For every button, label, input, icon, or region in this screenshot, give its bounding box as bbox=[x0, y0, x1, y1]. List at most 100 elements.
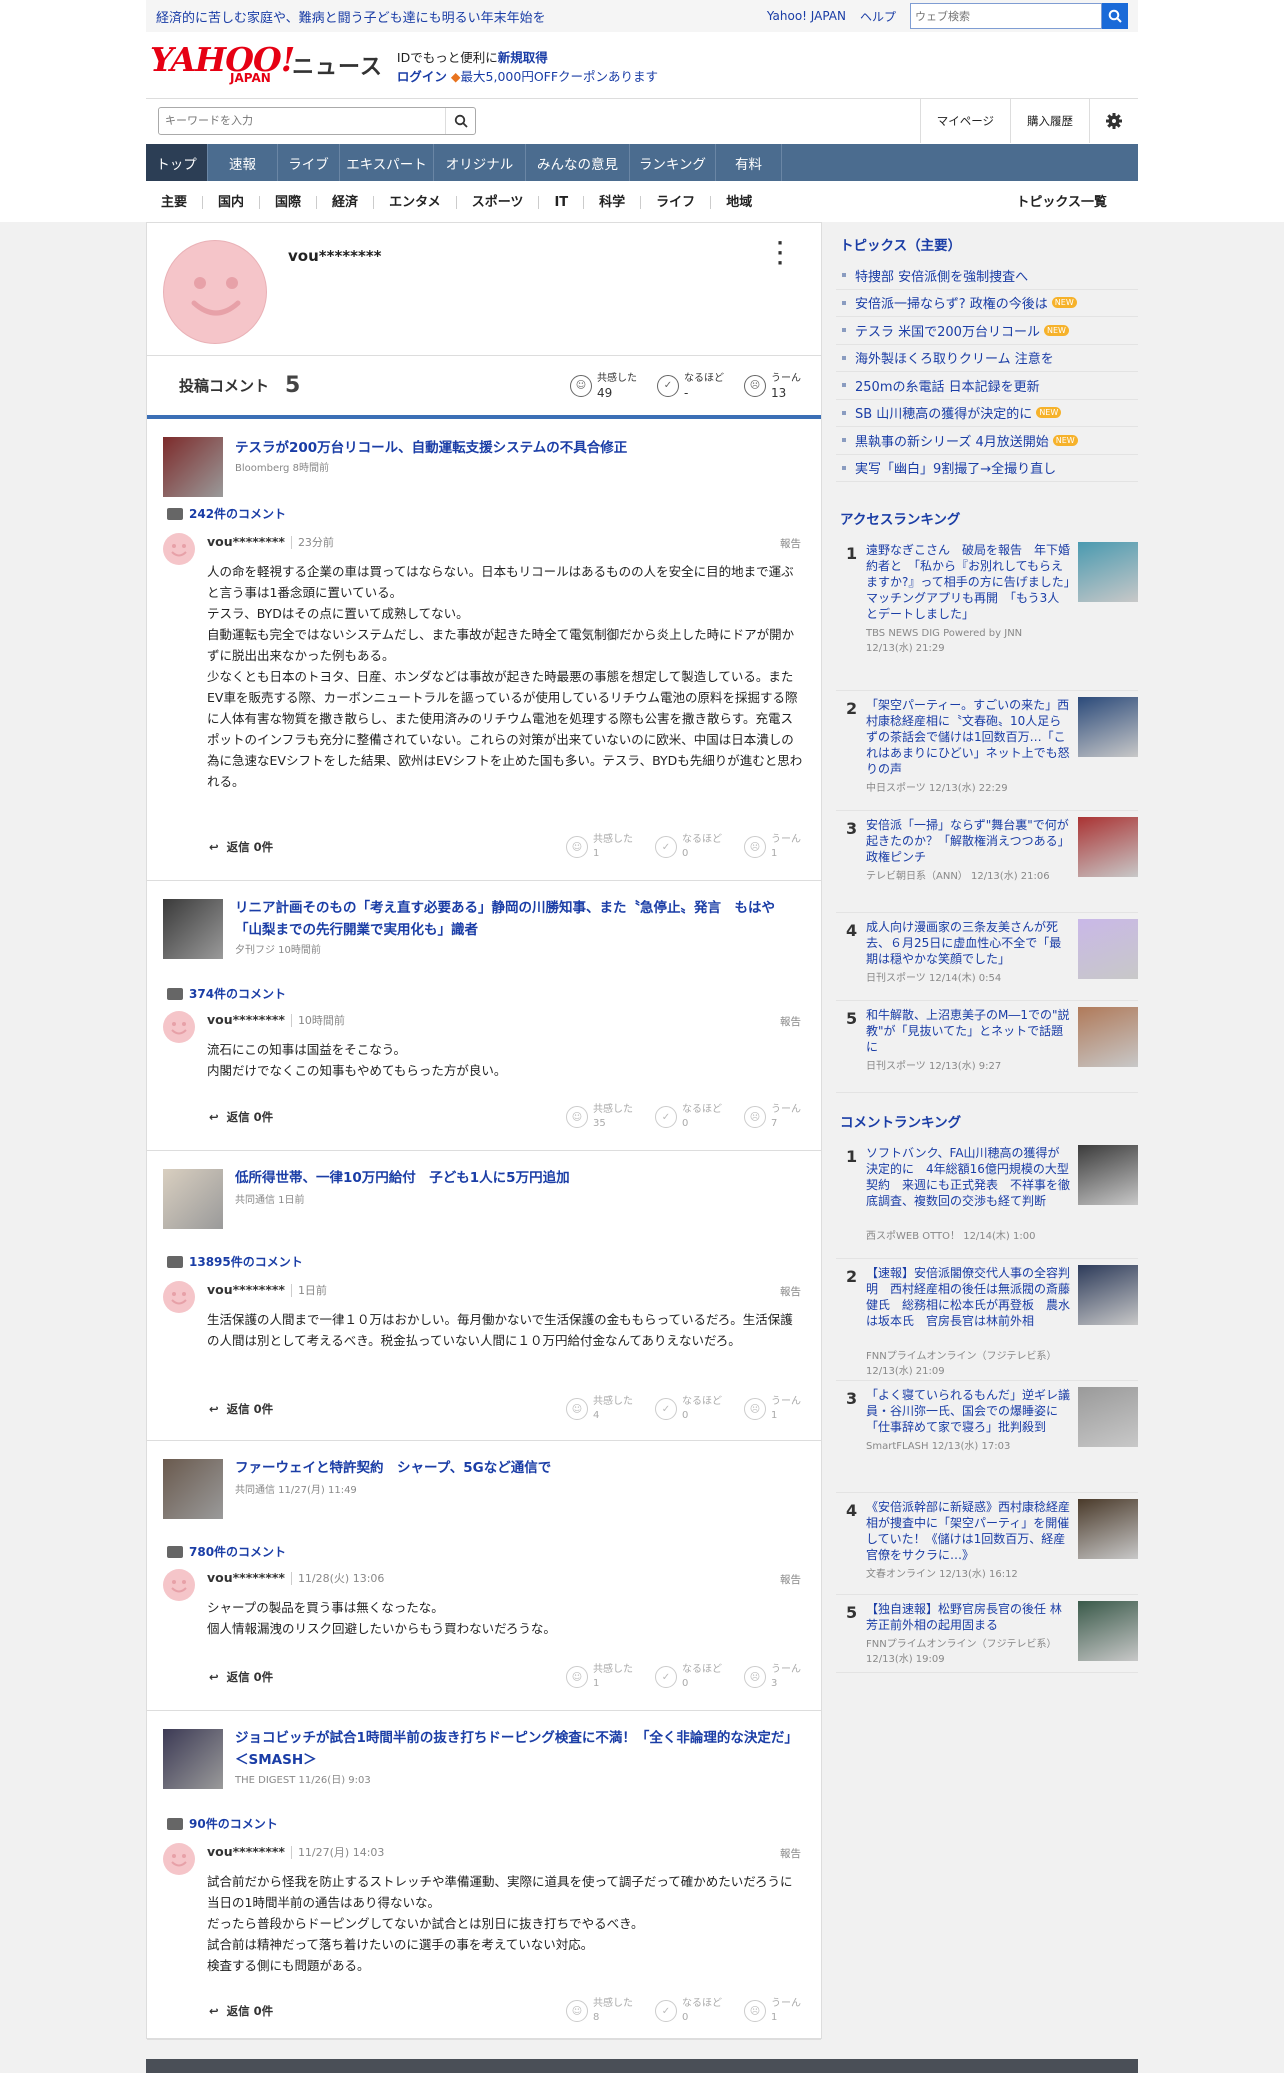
ranking-title-link[interactable]: 和牛解散、上沼恵美子のM―1での"説教"が「見抜いてた」とネットで話題に bbox=[866, 1007, 1070, 1055]
mypage-link[interactable]: マイページ bbox=[919, 98, 1010, 143]
ranking-title-link[interactable]: 遠野なぎこさん 破局を報告 年下婚約者と 「私から『お別れしてもらえますか?』っ… bbox=[866, 542, 1082, 622]
ranking-thumbnail[interactable] bbox=[1078, 697, 1138, 757]
tab-6[interactable]: ランキング bbox=[630, 144, 716, 181]
tab-4[interactable]: オリジナル bbox=[434, 144, 526, 181]
ranking-title-link[interactable]: 「架空パーティー。すごいの来た」西村康稔経産相に〝文春砲〟10人足らずの茶話会で… bbox=[866, 697, 1070, 777]
empathy-button[interactable]: ☺ 共感した 1 bbox=[566, 833, 633, 861]
uun-button[interactable]: ☹ うーん 1 bbox=[744, 833, 801, 861]
category-4[interactable]: エンタメ bbox=[374, 195, 457, 209]
naruhodo-button[interactable]: ✓ なるほど 0 bbox=[655, 1663, 722, 1691]
topic-item[interactable]: 250mの糸電話 日本記録を更新 bbox=[836, 372, 1138, 400]
empathy-button[interactable]: ☺ 共感した 4 bbox=[566, 1395, 633, 1423]
empathy-button[interactable]: ☺ 共感した 8 bbox=[566, 1997, 633, 2025]
ranking-thumbnail[interactable] bbox=[1078, 542, 1138, 602]
ranking-item[interactable]: 3 安倍派「一掃」ならず"舞台裏"で何が起きたのか？「解散権消えつつある」政権ピン… bbox=[836, 811, 1138, 913]
tab-1[interactable]: 速報 bbox=[208, 144, 278, 181]
article-thumbnail[interactable] bbox=[163, 899, 223, 959]
ranking-title-link[interactable]: 成人向け漫画家の三条友美さんが死去、６月25日に虚血性心不全で「最期は穏やかな笑… bbox=[866, 919, 1070, 967]
uun-button[interactable]: ☹ うーん 3 bbox=[744, 1663, 801, 1691]
settings-button[interactable] bbox=[1089, 98, 1138, 143]
ranking-thumbnail[interactable] bbox=[1078, 817, 1138, 877]
ranking-title-link[interactable]: 【独自速報】松野官房長官の後任 林芳正前外相の起用固まる bbox=[866, 1601, 1070, 1633]
report-link[interactable]: 報告 bbox=[780, 1572, 801, 1587]
report-link[interactable]: 報告 bbox=[780, 1284, 801, 1299]
help-link[interactable]: ヘルプ bbox=[860, 8, 896, 25]
category-1[interactable]: 国内 bbox=[203, 195, 261, 209]
topic-item[interactable]: 実写「幽白」9割撮了→全撮り直し bbox=[836, 455, 1138, 482]
ranking-title-link[interactable]: 「よく寝ていられるもんだ」逆ギレ議員・谷川弥一氏、国会での爆睡姿に「仕事辞めて家… bbox=[866, 1387, 1070, 1435]
ranking-title-link[interactable]: 《安倍派幹部に新疑惑》西村康稔経産相が捜査中に「架空パーティ」を開催していた！《… bbox=[866, 1499, 1070, 1563]
campaign-link[interactable]: 経済的に苦しむ家庭や、難病と闘う子ども達にも明るい年末年始を bbox=[156, 7, 767, 26]
category-9[interactable]: 地域 bbox=[711, 196, 767, 209]
comment-username[interactable]: vou******** bbox=[207, 534, 285, 549]
comment-username[interactable]: vou******** bbox=[207, 1844, 285, 1859]
comment-count-link[interactable]: 780件のコメント bbox=[167, 1543, 286, 1560]
topics-list-link[interactable]: トピックス一覧 bbox=[1001, 196, 1122, 209]
yahoo-logo[interactable]: YAHOO! JAPAN bbox=[146, 40, 295, 90]
ranking-title-link[interactable]: ソフトバンク、FA山川穂高の獲得が決定的に 4年総額16億円規模の大型契約 来週… bbox=[866, 1145, 1070, 1209]
tab-2[interactable]: ライブ bbox=[278, 144, 340, 181]
ranking-item[interactable]: 2 【速報】安倍派閣僚交代人事の全容判明 西村経産相の後任は無派閥の斎藤健氏 総務… bbox=[836, 1259, 1138, 1381]
reply-button[interactable]: ↩ 返信 0件 bbox=[209, 2003, 273, 2019]
topic-item[interactable]: 特捜部 安倍派側を強制捜査へ bbox=[836, 262, 1138, 290]
reply-button[interactable]: ↩ 返信 0件 bbox=[209, 1669, 273, 1685]
access-ranking-title[interactable]: アクセスランキング bbox=[836, 496, 1138, 536]
uun-button[interactable]: ☹ うーん 1 bbox=[744, 1997, 801, 2025]
coupon-text[interactable]: 最大5,000円OFFクーポンあります bbox=[461, 69, 659, 84]
topic-item[interactable]: テスラ 米国で200万台リコール NEW bbox=[836, 317, 1138, 345]
naruhodo-button[interactable]: ✓ なるほど 0 bbox=[655, 1395, 722, 1423]
more-menu-icon[interactable]: · · · bbox=[775, 235, 785, 273]
comment-username[interactable]: vou******** bbox=[207, 1282, 285, 1297]
article-thumbnail[interactable] bbox=[163, 1459, 223, 1519]
article-title-link[interactable]: 低所得世帯、一律10万円給付 子ども1人に5万円追加 bbox=[235, 1167, 801, 1189]
ranking-thumbnail[interactable] bbox=[1078, 1265, 1138, 1325]
category-7[interactable]: 科学 bbox=[584, 195, 642, 209]
reply-button[interactable]: ↩ 返信 0件 bbox=[209, 839, 273, 855]
ranking-item[interactable]: 5 【独自速報】松野官房長官の後任 林芳正前外相の起用固まる FNNプライムオンライ… bbox=[836, 1595, 1138, 1673]
category-0[interactable]: 主要 bbox=[146, 195, 204, 209]
topic-item[interactable]: 安倍派一掃ならず? 政権の今後は NEW bbox=[836, 290, 1138, 317]
topics-title[interactable]: トピックス（主要） bbox=[836, 222, 1138, 262]
article-thumbnail[interactable] bbox=[163, 437, 223, 497]
article-thumbnail[interactable] bbox=[163, 1729, 223, 1789]
article-title-link[interactable]: テスラが200万台リコール、自動運転支援システムの不具合修正 bbox=[235, 437, 801, 459]
topic-item[interactable]: 黒執事の新シリーズ 4月放送開始 NEW bbox=[836, 427, 1138, 455]
tab-7[interactable]: 有料 bbox=[716, 144, 782, 181]
web-search-input[interactable] bbox=[910, 3, 1102, 29]
topic-item[interactable]: 海外製ほくろ取りクリーム 注意を bbox=[836, 345, 1138, 372]
ranking-item[interactable]: 3 「よく寝ていられるもんだ」逆ギレ議員・谷川弥一氏、国会での爆睡姿に「仕事辞めて… bbox=[836, 1381, 1138, 1493]
tab-0[interactable]: トップ bbox=[146, 144, 208, 181]
register-link[interactable]: 新規取得 bbox=[498, 50, 548, 65]
uun-button[interactable]: ☹ うーん 1 bbox=[744, 1395, 801, 1423]
service-name[interactable]: ニュース bbox=[292, 49, 383, 81]
article-title-link[interactable]: ジョコビッチが試合1時間半前の抜き打ちドーピング検査に不満！「全く非論理的な決定… bbox=[235, 1727, 801, 1771]
article-title-link[interactable]: リニア計画そのもの「考え直す必要ある」静岡の川勝知事、また〝急停止〟発言 もはや… bbox=[235, 897, 801, 941]
article-thumbnail[interactable] bbox=[163, 1169, 223, 1229]
comment-username[interactable]: vou******** bbox=[207, 1570, 285, 1585]
purchase-history-link[interactable]: 購入履歴 bbox=[1010, 98, 1089, 143]
ranking-thumbnail[interactable] bbox=[1078, 1145, 1138, 1205]
category-5[interactable]: スポーツ bbox=[457, 195, 540, 209]
ranking-item[interactable]: 1 遠野なぎこさん 破局を報告 年下婚約者と 「私から『お別れしてもらえますか?』… bbox=[836, 536, 1138, 691]
ranking-thumbnail[interactable] bbox=[1078, 1007, 1138, 1067]
tab-3[interactable]: エキスパート bbox=[340, 144, 434, 181]
category-8[interactable]: ライフ bbox=[641, 195, 712, 209]
report-link[interactable]: 報告 bbox=[780, 1846, 801, 1861]
article-title-link[interactable]: ファーウェイと特許契約 シャープ、5Gなど通信で bbox=[235, 1457, 801, 1479]
category-6[interactable]: IT bbox=[539, 195, 585, 209]
category-2[interactable]: 国際 bbox=[260, 195, 318, 209]
keyword-search-button[interactable] bbox=[445, 107, 475, 134]
tab-5[interactable]: みんなの意見 bbox=[526, 144, 630, 181]
comment-username[interactable]: vou******** bbox=[207, 1012, 285, 1027]
ranking-title-link[interactable]: 安倍派「一掃」ならず"舞台裏"で何が起きたのか？「解散権消えつつある」政権ピンチ bbox=[866, 817, 1070, 865]
naruhodo-button[interactable]: ✓ なるほど 0 bbox=[655, 833, 722, 861]
comment-count-link[interactable]: 90件のコメント bbox=[167, 1815, 278, 1832]
report-link[interactable]: 報告 bbox=[780, 1014, 801, 1029]
topic-item[interactable]: SB 山川穂高の獲得が決定的に NEW bbox=[836, 400, 1138, 427]
reply-button[interactable]: ↩ 返信 0件 bbox=[209, 1109, 273, 1125]
ranking-item[interactable]: 5 和牛解散、上沼恵美子のM―1での"説教"が「見抜いてた」とネットで話題に 日刊ス… bbox=[836, 1001, 1138, 1093]
report-link[interactable]: 報告 bbox=[780, 536, 801, 551]
comment-count-link[interactable]: 242件のコメント bbox=[167, 505, 286, 522]
web-search-button[interactable] bbox=[1102, 3, 1128, 29]
ranking-title-link[interactable]: 【速報】安倍派閣僚交代人事の全容判明 西村経産相の後任は無派閥の斎藤健氏 総務相… bbox=[866, 1265, 1070, 1329]
